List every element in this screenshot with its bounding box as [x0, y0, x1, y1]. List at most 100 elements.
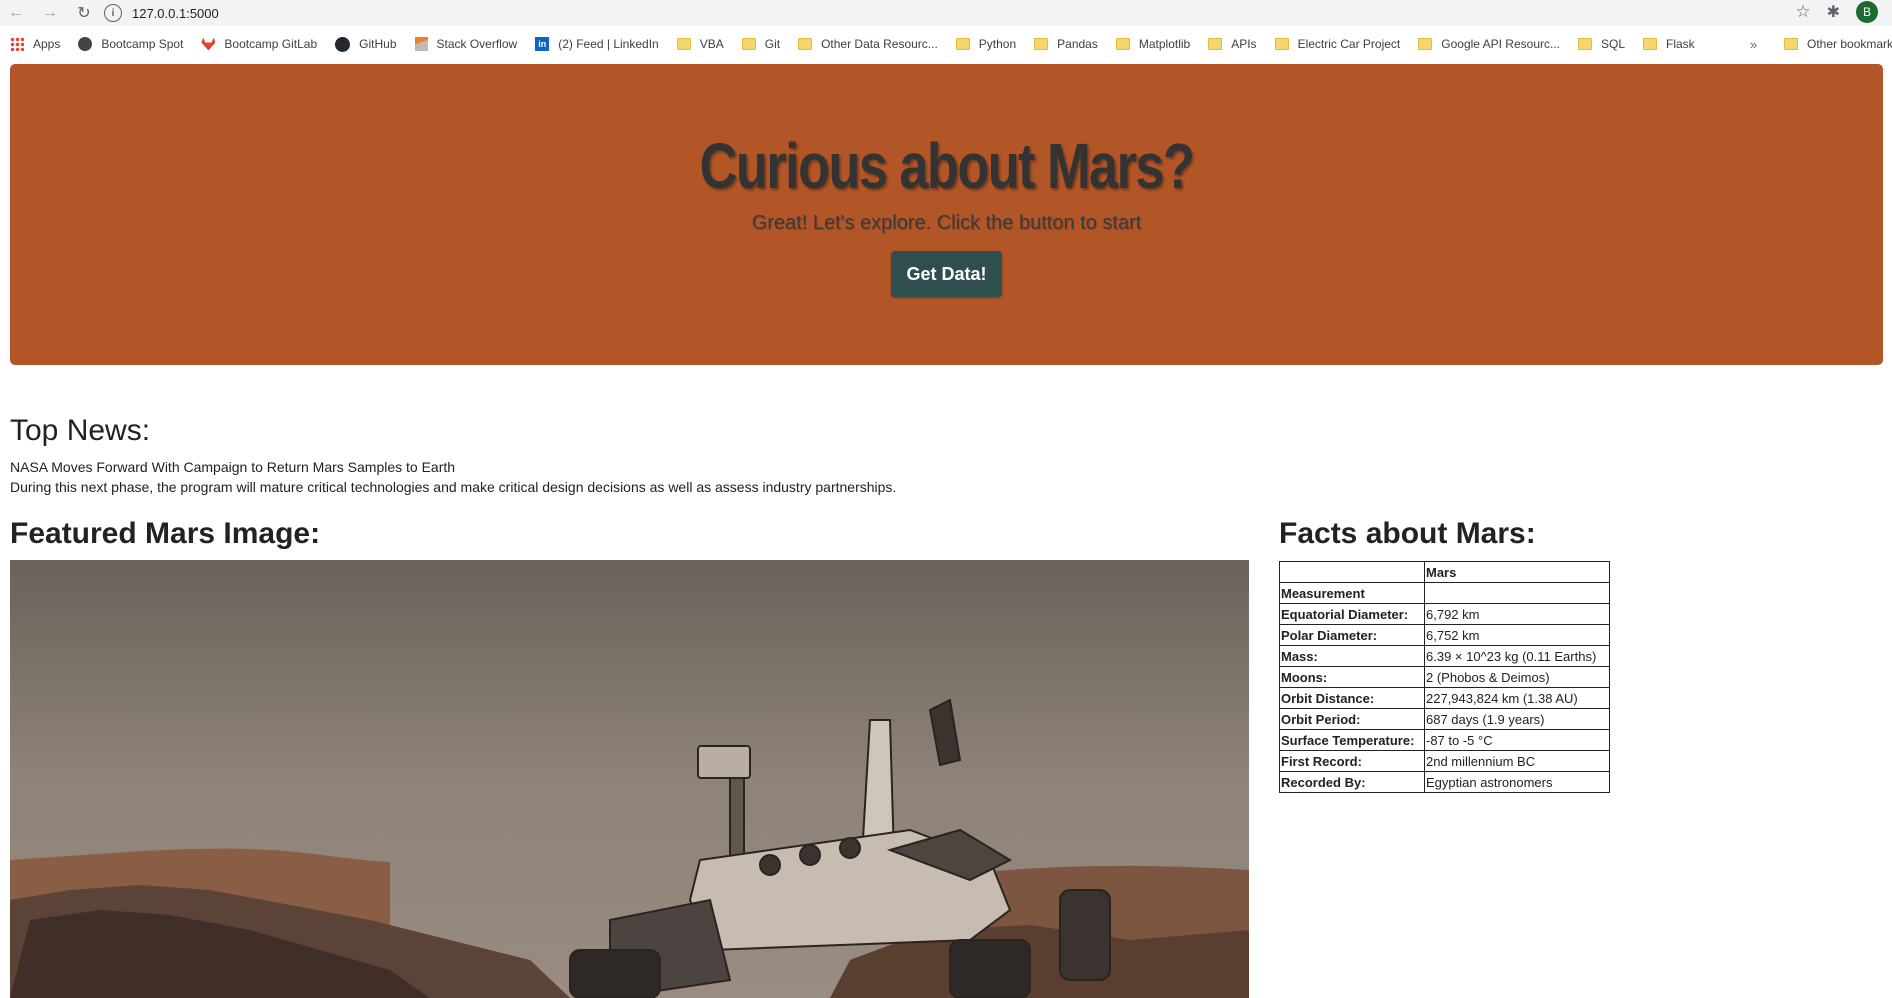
fact-label: Polar Diameter:: [1279, 624, 1425, 646]
profile-avatar[interactable]: B: [1856, 1, 1878, 23]
get-data-button[interactable]: Get Data!: [891, 251, 1002, 297]
fact-value: 2nd millennium BC: [1424, 750, 1610, 772]
linkedin-icon: in: [535, 37, 550, 51]
bookmark-item[interactable]: APIs: [1208, 37, 1257, 51]
folder-icon: [1274, 38, 1289, 50]
featured-mars-image: [10, 560, 1249, 998]
fact-value: 227,943,824 km (1.38 AU): [1424, 687, 1610, 709]
fact-label: Equatorial Diameter:: [1279, 603, 1425, 625]
bookmark-item[interactable]: Bootcamp GitLab: [201, 37, 317, 51]
hero-title: Curious about Mars?: [699, 130, 1195, 202]
table-row: Orbit Distance: 227,943,824 km (1.38 AU): [1279, 687, 1610, 709]
bookmark-item[interactable]: GitHub: [335, 36, 397, 52]
bookmark-item[interactable]: Google API Resourc...: [1418, 37, 1560, 51]
bookmark-item[interactable]: Electric Car Project: [1274, 37, 1401, 51]
table-row: Mass: 6.39 × 10^23 kg (0.11 Earths): [1279, 645, 1610, 667]
folder-icon: [1208, 38, 1223, 50]
fact-label: Recorded By:: [1279, 771, 1425, 793]
table-row: Recorded By: Egyptian astronomers: [1279, 771, 1610, 793]
mars-rover-image: [10, 560, 1249, 998]
folder-icon: [1034, 38, 1049, 50]
bookmark-item[interactable]: VBA: [676, 37, 724, 51]
bookmark-item[interactable]: Pandas: [1034, 37, 1098, 51]
extensions-puzzle-icon[interactable]: ✱: [1827, 2, 1840, 22]
bookmark-item[interactable]: Flask: [1643, 37, 1695, 51]
bookmark-item[interactable]: Other Data Resourc...: [798, 37, 938, 51]
gitlab-icon: [201, 37, 216, 51]
url-text: 127.0.0.1:5000: [132, 5, 219, 21]
bookmark-star-icon[interactable]: ☆: [1795, 2, 1810, 22]
folder-icon: [1418, 38, 1433, 50]
fact-label: First Record:: [1279, 750, 1425, 772]
apps-grid-icon: [10, 37, 24, 51]
bookmark-label: Google API Resourc...: [1441, 37, 1560, 51]
bookmark-item[interactable]: Apps: [10, 37, 60, 51]
table-index-header: Measurement: [1279, 582, 1425, 604]
table-header-row: Mars: [1279, 561, 1610, 583]
bookmark-item[interactable]: Python: [955, 37, 1016, 51]
bookmark-label: SQL: [1601, 37, 1626, 51]
back-arrow-icon[interactable]: ←: [4, 1, 28, 25]
table-empty-cell: [1424, 582, 1610, 604]
table-row: First Record: 2nd millennium BC: [1279, 750, 1610, 772]
table-corner-cell: [1279, 561, 1425, 583]
folder-icon: [955, 38, 970, 50]
site-info-icon[interactable]: i: [104, 4, 122, 22]
address-bar[interactable]: i 127.0.0.1:5000: [104, 2, 1784, 24]
bookmark-label: Other bookmarks: [1807, 37, 1892, 51]
table-row: Equatorial Diameter: 6,792 km: [1279, 603, 1610, 625]
bookmarks-overflow-chevron-icon[interactable]: »: [1750, 31, 1757, 57]
bookmark-item[interactable]: Matplotlib: [1115, 37, 1191, 51]
browser-toolbar: ← → ↻ i 127.0.0.1:5000 ☆ ✱ B: [0, 0, 1892, 26]
fact-label: Orbit Period:: [1279, 708, 1425, 730]
table-row: Moons: 2 (Phobos & Deimos): [1279, 666, 1610, 688]
fact-label: Surface Temperature:: [1279, 729, 1425, 751]
table-index-header-row: Measurement: [1279, 582, 1610, 604]
folder-icon: [1643, 38, 1658, 50]
bookmark-item[interactable]: in (2) Feed | LinkedIn: [535, 37, 659, 51]
bookmarks-bar: Apps Bootcamp Spot Bootcamp GitLab GitHub St…: [0, 31, 1892, 57]
mars-facts-table: Mars Measurement Equatorial Diameter: 6,7…: [1279, 561, 1610, 793]
bookmark-label: GitHub: [359, 37, 397, 51]
fact-value: 6,792 km: [1424, 603, 1610, 625]
forward-arrow-icon[interactable]: →: [38, 1, 62, 25]
bookmark-item[interactable]: SQL: [1578, 37, 1625, 51]
bookmark-item[interactable]: Git: [741, 37, 781, 51]
fact-label: Mass:: [1279, 645, 1425, 667]
fact-value: 6,752 km: [1424, 624, 1610, 646]
bookmark-label: Electric Car Project: [1297, 37, 1401, 51]
bookmark-label: Apps: [33, 37, 61, 51]
fact-value: 6.39 × 10^23 kg (0.11 Earths): [1424, 645, 1610, 667]
news-paragraph: During this next phase, the program will…: [10, 479, 897, 495]
folder-icon: [1784, 38, 1798, 50]
news-headline: NASA Moves Forward With Campaign to Retu…: [10, 459, 456, 475]
bookmark-label: Bootcamp Spot: [101, 37, 184, 51]
folder-icon: [676, 38, 691, 50]
facts-heading: Facts about Mars:: [1279, 517, 1536, 550]
bookmark-other-bookmarks[interactable]: Other bookmarks: [1784, 31, 1892, 57]
featured-image-heading: Featured Mars Image:: [10, 517, 321, 550]
stackoverflow-icon: [414, 37, 428, 51]
reload-icon[interactable]: ↻: [72, 1, 96, 25]
bookmark-label: (2) Feed | LinkedIn: [558, 37, 659, 51]
table-row: Orbit Period: 687 days (1.9 years): [1279, 708, 1610, 730]
bookmark-label: Other Data Resourc...: [821, 37, 938, 51]
bookmark-label: Bootcamp GitLab: [224, 37, 318, 51]
globe-icon: [78, 37, 93, 51]
fact-value: 2 (Phobos & Deimos): [1424, 666, 1610, 688]
bookmark-label: Flask: [1666, 37, 1695, 51]
table-row: Surface Temperature: -87 to -5 °C: [1279, 729, 1610, 751]
bookmark-label: Matplotlib: [1138, 37, 1191, 51]
folder-icon: [741, 38, 756, 50]
bookmark-label: Git: [764, 37, 781, 51]
table-column-header: Mars: [1424, 561, 1610, 583]
bookmark-label: VBA: [699, 37, 724, 51]
folder-icon: [798, 38, 813, 50]
github-icon: [335, 36, 351, 52]
table-row: Polar Diameter: 6,752 km: [1279, 624, 1610, 646]
hero-subtitle: Great! Let's explore. Click the button t…: [751, 212, 1142, 234]
bookmark-item[interactable]: Bootcamp Spot: [78, 37, 183, 51]
hero-banner: Curious about Mars? Great! Let's explore…: [10, 64, 1883, 365]
top-news-heading: Top News:: [10, 414, 151, 447]
bookmark-item[interactable]: Stack Overflow: [414, 37, 517, 51]
